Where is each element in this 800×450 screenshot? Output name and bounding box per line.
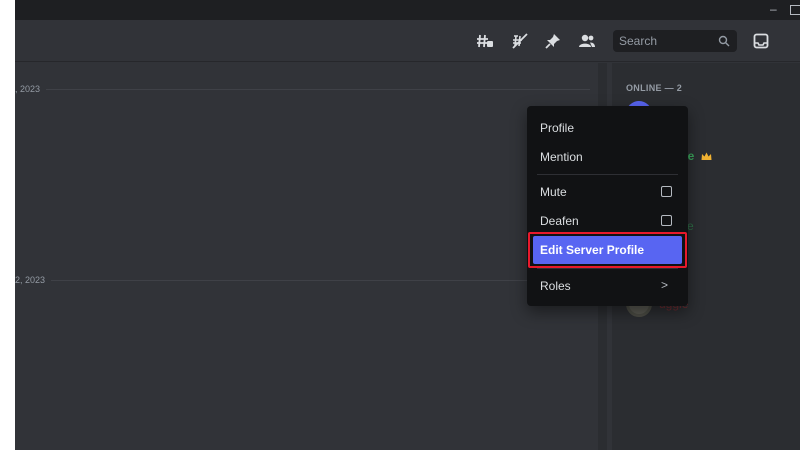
menu-item-label: Roles xyxy=(540,279,571,293)
notifications-muted-icon[interactable] xyxy=(510,32,530,50)
message-area: , 2023 2, 2023 xyxy=(15,63,598,450)
menu-item-deafen[interactable]: Deafen xyxy=(533,207,682,235)
user-context-menu: Profile Mention Mute Deafen Edit Server … xyxy=(527,106,688,306)
menu-separator xyxy=(537,268,678,269)
menu-item-label: Mention xyxy=(540,150,583,164)
menu-item-roles[interactable]: Roles > xyxy=(533,272,682,300)
menu-item-profile[interactable]: Profile xyxy=(533,114,682,142)
channel-header: Search xyxy=(15,20,800,62)
title-bar: – xyxy=(15,0,800,20)
maximize-button[interactable] xyxy=(790,5,800,15)
search-input[interactable]: Search xyxy=(613,30,737,52)
deafen-checkbox[interactable] xyxy=(661,215,672,226)
minimize-button[interactable]: – xyxy=(770,1,777,17)
search-placeholder: Search xyxy=(619,34,658,48)
member-group-heading: ONLINE — 2 xyxy=(626,83,683,93)
menu-separator xyxy=(537,174,678,175)
annotation-highlight xyxy=(528,232,687,268)
inbox-icon[interactable] xyxy=(751,32,771,50)
mute-checkbox[interactable] xyxy=(661,186,672,197)
chevron-right-icon: > xyxy=(660,278,668,292)
pin-icon[interactable] xyxy=(543,32,563,50)
divider-line xyxy=(15,280,590,281)
search-icon xyxy=(718,34,730,52)
menu-item-mention[interactable]: Mention xyxy=(533,143,682,171)
date-divider: , 2023 xyxy=(15,82,598,96)
threads-icon[interactable] xyxy=(475,32,495,50)
menu-item-mute[interactable]: Mute xyxy=(533,178,682,206)
menu-item-label: Profile xyxy=(540,121,575,135)
divider-line xyxy=(15,89,590,90)
crown-icon xyxy=(701,150,712,164)
member-list-icon[interactable] xyxy=(577,32,597,50)
date-divider-text: , 2023 xyxy=(15,82,47,96)
date-divider-text: 2, 2023 xyxy=(15,273,52,287)
menu-item-label: Mute xyxy=(540,185,567,199)
menu-item-label: Deafen xyxy=(540,214,579,228)
date-divider: 2, 2023 xyxy=(15,273,598,287)
